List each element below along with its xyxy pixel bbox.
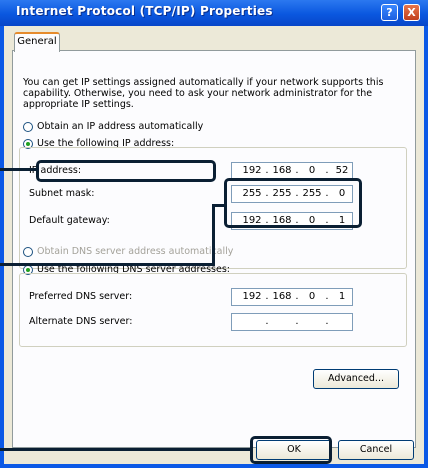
alternate-dns-input[interactable]: . . .: [231, 313, 353, 331]
intro-text: You can get IP settings assigned automat…: [23, 77, 384, 110]
callout-ip-subnet-leader: [0, 263, 215, 266]
help-button[interactable]: ?: [381, 4, 398, 21]
callout-use-ip-leader: [0, 168, 38, 171]
preferred-dns-input[interactable]: 192 . 168 . 0 . 1: [231, 288, 353, 306]
alternate-dns-label: Alternate DNS server:: [29, 316, 133, 327]
callout-ok-leader: [0, 448, 252, 451]
callout-ip-subnet-box: [224, 178, 362, 228]
default-gateway-label: Default gateway:: [29, 215, 110, 226]
callout-ip-subnet-connector: [212, 204, 226, 207]
window-title: Internet Protocol (TCP/IP) Properties: [16, 4, 273, 18]
callout-ok-box: [250, 436, 332, 464]
title-bar[interactable]: Internet Protocol (TCP/IP) Properties ? …: [0, 0, 428, 26]
callout-use-ip-box: [36, 160, 216, 182]
callout-ip-subnet-vleader: [212, 206, 215, 266]
obtain-dns-auto-label: Obtain DNS server address automatically: [37, 246, 234, 257]
cancel-button[interactable]: Cancel: [338, 440, 414, 460]
dns-settings-group: [19, 273, 407, 347]
obtain-dns-auto-radio[interactable]: [23, 247, 33, 257]
preferred-dns-label: Preferred DNS server:: [29, 291, 133, 302]
advanced-button[interactable]: Advanced...: [313, 369, 399, 389]
tab-general[interactable]: General: [14, 32, 60, 52]
subnet-mask-label: Subnet mask:: [29, 188, 95, 199]
obtain-ip-auto-label: Obtain an IP address automatically: [37, 121, 204, 132]
obtain-ip-auto-radio[interactable]: [23, 122, 33, 132]
close-button[interactable]: X: [403, 4, 420, 21]
